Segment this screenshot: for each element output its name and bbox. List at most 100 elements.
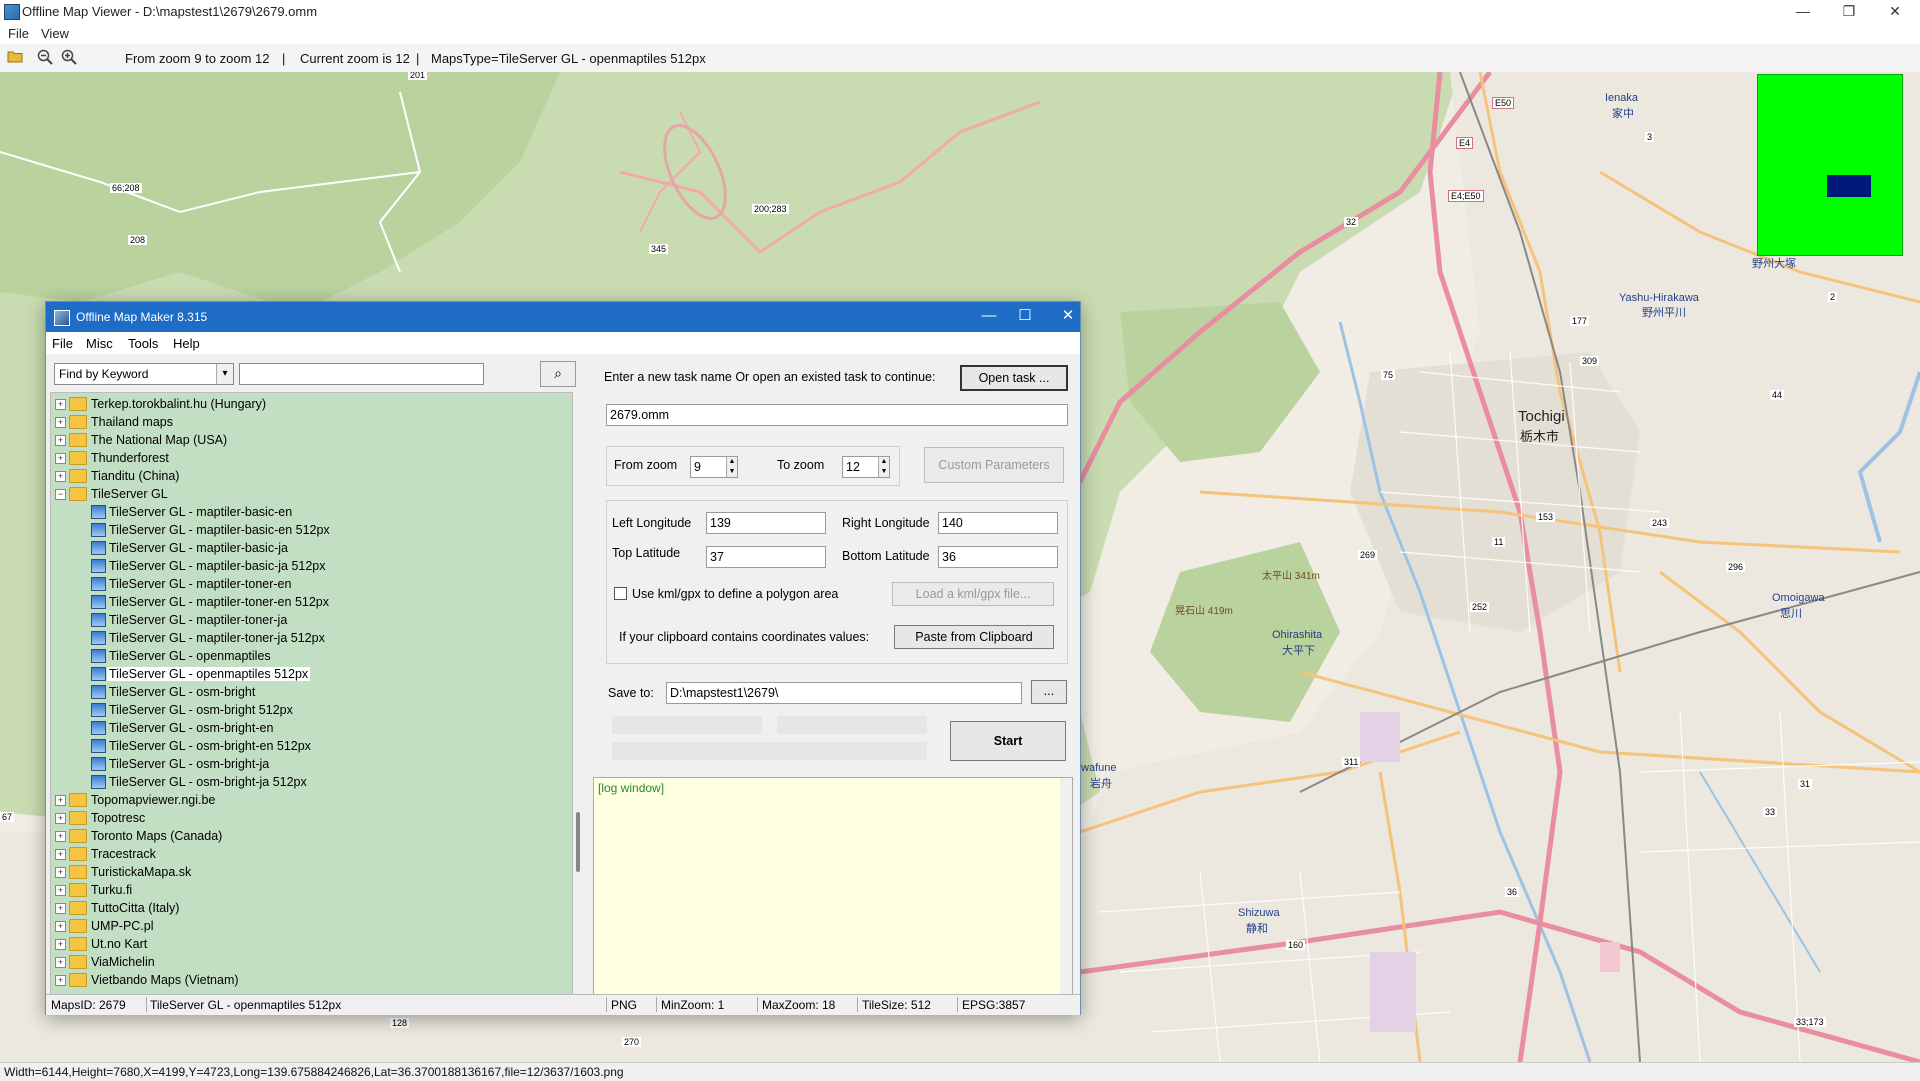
tree-map-item[interactable]: TileServer GL - maptiler-basic-ja 512px (51, 557, 571, 575)
tree-folder-item[interactable]: + Terkep.torokbalint.hu (Hungary) (51, 395, 571, 413)
menu-view[interactable]: View (41, 26, 69, 41)
collapse-icon[interactable]: − (55, 489, 66, 500)
save-to-input[interactable]: D:\mapstest1\2679\ (666, 682, 1022, 704)
tree-scrollbar[interactable] (573, 392, 585, 994)
open-folder-icon[interactable] (6, 49, 24, 67)
dialog-minimize-button[interactable]: — (966, 302, 1012, 332)
maximize-button[interactable]: ❐ (1826, 0, 1872, 24)
keyword-input[interactable] (239, 363, 484, 385)
tree-map-item[interactable]: TileServer GL - osm-bright 512px (51, 701, 571, 719)
minimap-overview[interactable] (1757, 74, 1903, 256)
right-longitude-input[interactable]: 140 (938, 512, 1058, 534)
expand-icon[interactable]: + (55, 975, 66, 986)
expand-icon[interactable]: + (55, 813, 66, 824)
map-label: 静和 (1246, 923, 1268, 935)
log-scrollbar[interactable] (1060, 778, 1072, 1006)
expand-icon[interactable]: + (55, 867, 66, 878)
tree-folder-item[interactable]: + TuttoCitta (Italy) (51, 899, 571, 917)
custom-parameters-button[interactable]: Custom Parameters (924, 447, 1064, 483)
zoom-in-icon[interactable] (60, 49, 78, 67)
search-button[interactable]: ⌕ (540, 361, 576, 387)
tree-map-item[interactable]: TileServer GL - maptiler-basic-en (51, 503, 571, 521)
tree-map-item[interactable]: TileServer GL - osm-bright-en 512px (51, 737, 571, 755)
expand-icon[interactable]: + (55, 399, 66, 410)
tree-map-item[interactable]: TileServer GL - osm-bright-ja (51, 755, 571, 773)
status-format: PNG (611, 998, 638, 1012)
tree-map-item[interactable]: TileServer GL - osm-bright (51, 683, 571, 701)
expand-icon[interactable]: + (55, 957, 66, 968)
dialog-maximize-button[interactable]: ☐ (1010, 302, 1040, 332)
tree-scrollbar-thumb[interactable] (576, 812, 580, 872)
paste-clipboard-button[interactable]: Paste from Clipboard (894, 625, 1054, 649)
menu-file[interactable]: File (8, 26, 29, 41)
tree-item-label: TileServer GL - maptiler-toner-ja (109, 613, 288, 627)
find-by-select[interactable]: Find by Keyword ▾ (54, 363, 234, 385)
tree-map-item[interactable]: TileServer GL - maptiler-toner-en 512px (51, 593, 571, 611)
close-button[interactable]: ✕ (1872, 0, 1918, 24)
start-button[interactable]: Start (950, 721, 1066, 761)
tree-folder-item[interactable]: + TuristickaMapa.sk (51, 863, 571, 881)
bottom-latitude-input[interactable]: 36 (938, 546, 1058, 568)
tree-folder-item[interactable]: + ViaMichelin (51, 953, 571, 971)
chevron-down-icon[interactable]: ▾ (216, 364, 233, 384)
expand-icon[interactable]: + (55, 921, 66, 932)
tree-map-item[interactable]: TileServer GL - maptiler-basic-en 512px (51, 521, 571, 539)
tree-folder-item[interactable]: + Ut.no Kart (51, 935, 571, 953)
browse-button[interactable]: ... (1031, 680, 1067, 704)
minimize-button[interactable]: — (1780, 0, 1826, 24)
tree-map-item[interactable]: TileServer GL - maptiler-toner-ja (51, 611, 571, 629)
map-source-tree[interactable]: + Terkep.torokbalint.hu (Hungary) + Thailan… (50, 392, 573, 996)
left-longitude-input[interactable]: 139 (706, 512, 826, 534)
from-zoom-input[interactable]: 9 ▲ ▼ (690, 456, 738, 478)
task-name-input[interactable]: 2679.omm (606, 404, 1068, 426)
top-latitude-input[interactable]: 37 (706, 546, 826, 568)
tree-folder-item[interactable]: + Topotresc (51, 809, 571, 827)
expand-icon[interactable]: + (55, 885, 66, 896)
tree-folder-item[interactable]: + Turku.fi (51, 881, 571, 899)
to-zoom-input[interactable]: 12 ▲ ▼ (842, 456, 890, 478)
expand-icon[interactable]: + (55, 849, 66, 860)
tree-folder-item[interactable]: + Topomapviewer.ngi.be (51, 791, 571, 809)
tree-map-item[interactable]: TileServer GL - openmaptiles (51, 647, 571, 665)
expand-icon[interactable]: + (55, 471, 66, 482)
tree-folder-item[interactable]: + The National Map (USA) (51, 431, 571, 449)
zoom-out-icon[interactable] (36, 49, 54, 67)
tree-map-item[interactable]: TileServer GL - maptiler-toner-en (51, 575, 571, 593)
tree-folder-item[interactable]: + Thunderforest (51, 449, 571, 467)
map-label: 44 (1770, 390, 1785, 400)
dialog-close-button[interactable]: ✕ (1056, 302, 1080, 332)
tree-folder-item[interactable]: + UMP-PC.pl (51, 917, 571, 935)
from-zoom-spinner[interactable]: ▲ ▼ (726, 457, 737, 477)
tree-folder-item[interactable]: + Tianditu (China) (51, 467, 571, 485)
minimap-viewport[interactable] (1827, 175, 1871, 197)
load-kml-button[interactable]: Load a kml/gpx file... (892, 582, 1054, 606)
tree-map-item[interactable]: TileServer GL - osm-bright-ja 512px (51, 773, 571, 791)
expand-icon[interactable]: + (55, 435, 66, 446)
kml-checkbox[interactable] (614, 587, 627, 600)
tree-map-item[interactable]: TileServer GL - osm-bright-en (51, 719, 571, 737)
tree-folder-item[interactable]: + Toronto Maps (Canada) (51, 827, 571, 845)
expand-icon[interactable]: + (55, 903, 66, 914)
tree-map-item[interactable]: TileServer GL - maptiler-toner-ja 512px (51, 629, 571, 647)
log-window[interactable]: [log window] (593, 777, 1073, 1007)
tree-map-item[interactable]: TileServer GL - maptiler-basic-ja (51, 539, 571, 557)
to-zoom-spinner[interactable]: ▲ ▼ (878, 457, 889, 477)
dialog-menu-misc[interactable]: Misc (86, 336, 113, 351)
dialog-menu-file[interactable]: File (52, 336, 73, 351)
expand-icon[interactable]: + (55, 831, 66, 842)
tree-folder-item[interactable]: + Thailand maps (51, 413, 571, 431)
expand-icon[interactable]: + (55, 417, 66, 428)
dialog-menu-tools[interactable]: Tools (128, 336, 158, 351)
dialog-menu-help[interactable]: Help (173, 336, 200, 351)
open-task-button[interactable]: Open task ... (960, 365, 1068, 391)
expand-icon[interactable]: + (55, 795, 66, 806)
expand-icon[interactable]: + (55, 453, 66, 464)
tree-folder-item[interactable]: + Tracestrack (51, 845, 571, 863)
map-icon (91, 739, 106, 753)
tree-folder-item[interactable]: − TileServer GL (51, 485, 571, 503)
task-name-value: 2679.omm (610, 408, 670, 422)
tree-folder-item[interactable]: + Vietbando Maps (Vietnam) (51, 971, 571, 989)
expand-icon[interactable]: + (55, 939, 66, 950)
tree-map-item[interactable]: TileServer GL - openmaptiles 512px (51, 665, 571, 683)
tree-item-label: Thunderforest (91, 451, 169, 465)
